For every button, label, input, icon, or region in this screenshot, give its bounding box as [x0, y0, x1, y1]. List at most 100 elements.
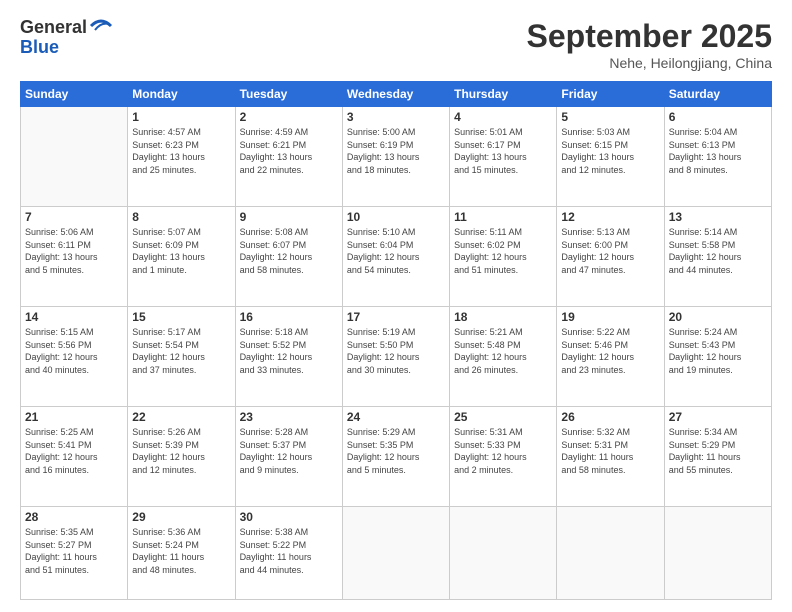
day-number: 1	[132, 110, 230, 124]
day-number: 21	[25, 410, 123, 424]
table-row: 2Sunrise: 4:59 AM Sunset: 6:21 PM Daylig…	[235, 107, 342, 207]
table-row: 24Sunrise: 5:29 AM Sunset: 5:35 PM Dayli…	[342, 406, 449, 506]
title-block: September 2025 Nehe, Heilongjiang, China	[527, 18, 772, 71]
day-number: 6	[669, 110, 767, 124]
day-info: Sunrise: 5:25 AM Sunset: 5:41 PM Dayligh…	[25, 426, 123, 476]
day-info: Sunrise: 5:24 AM Sunset: 5:43 PM Dayligh…	[669, 326, 767, 376]
day-info: Sunrise: 5:31 AM Sunset: 5:33 PM Dayligh…	[454, 426, 552, 476]
day-number: 26	[561, 410, 659, 424]
day-info: Sunrise: 5:21 AM Sunset: 5:48 PM Dayligh…	[454, 326, 552, 376]
day-number: 25	[454, 410, 552, 424]
table-row: 30 Sunrise: 5:38 AM Sunset: 5:22 PM Dayli…	[235, 506, 342, 599]
day-number: 16	[240, 310, 338, 324]
table-row	[557, 506, 664, 599]
day-number: 17	[347, 310, 445, 324]
day-info: Sunrise: 5:34 AM Sunset: 5:29 PM Dayligh…	[669, 426, 767, 476]
day-info: Sunrise: 5:07 AM Sunset: 6:09 PM Dayligh…	[132, 226, 230, 276]
table-row: 3 Sunrise: 5:00 AM Sunset: 6:19 PM Daylig…	[342, 107, 449, 207]
day-info: Sunrise: 5:36 AM Sunset: 5:24 PM Dayligh…	[132, 526, 230, 576]
day-info: Sunrise: 4:57 AM Sunset: 6:23 PM Dayligh…	[132, 126, 230, 176]
header: General Blue September 2025 Nehe, Heilon…	[20, 18, 772, 71]
table-row: 19 Sunrise: 5:22 AM Sunset: 5:46 PM Dayli…	[557, 306, 664, 406]
day-info: Sunrise: 5:15 AM Sunset: 5:56 PM Dayligh…	[25, 326, 123, 376]
table-row: 29 Sunrise: 5:36 AM Sunset: 5:24 PM Dayli…	[128, 506, 235, 599]
table-row: 9 Sunrise: 5:08 AM Sunset: 6:07 PM Daylig…	[235, 206, 342, 306]
day-info: Sunrise: 5:04 AM Sunset: 6:13 PM Dayligh…	[669, 126, 767, 176]
month-title: September 2025	[527, 18, 772, 55]
day-number: 18	[454, 310, 552, 324]
day-number: 24	[347, 410, 445, 424]
day-number: 4	[454, 110, 552, 124]
logo-text: General Blue	[20, 18, 113, 58]
day-number: 30	[240, 510, 338, 524]
day-number: 22	[132, 410, 230, 424]
day-info: Sunrise: 5:19 AM Sunset: 5:50 PM Dayligh…	[347, 326, 445, 376]
table-row	[450, 506, 557, 599]
day-info: Sunrise: 5:11 AM Sunset: 6:02 PM Dayligh…	[454, 226, 552, 276]
day-info: Sunrise: 5:13 AM Sunset: 6:00 PM Dayligh…	[561, 226, 659, 276]
day-number: 14	[25, 310, 123, 324]
table-row: 21 Sunrise: 5:25 AM Sunset: 5:41 PM Dayli…	[21, 406, 128, 506]
table-row: 5 Sunrise: 5:03 AM Sunset: 6:15 PM Daylig…	[557, 107, 664, 207]
day-info: Sunrise: 5:00 AM Sunset: 6:19 PM Dayligh…	[347, 126, 445, 176]
table-row	[664, 506, 771, 599]
day-number: 13	[669, 210, 767, 224]
day-number: 7	[25, 210, 123, 224]
day-number: 8	[132, 210, 230, 224]
day-number: 9	[240, 210, 338, 224]
day-info: Sunrise: 5:26 AM Sunset: 5:39 PM Dayligh…	[132, 426, 230, 476]
table-row	[342, 506, 449, 599]
col-saturday: Saturday	[664, 82, 771, 107]
col-sunday: Sunday	[21, 82, 128, 107]
table-row: 15Sunrise: 5:17 AM Sunset: 5:54 PM Dayli…	[128, 306, 235, 406]
table-row: 14 Sunrise: 5:15 AM Sunset: 5:56 PM Dayli…	[21, 306, 128, 406]
day-number: 11	[454, 210, 552, 224]
table-row: 28 Sunrise: 5:35 AM Sunset: 5:27 PM Dayli…	[21, 506, 128, 599]
location-title: Nehe, Heilongjiang, China	[527, 55, 772, 71]
day-info: Sunrise: 5:22 AM Sunset: 5:46 PM Dayligh…	[561, 326, 659, 376]
table-row: 4Sunrise: 5:01 AM Sunset: 6:17 PM Daylig…	[450, 107, 557, 207]
col-wednesday: Wednesday	[342, 82, 449, 107]
day-number: 2	[240, 110, 338, 124]
day-number: 10	[347, 210, 445, 224]
page: General Blue September 2025 Nehe, Heilon…	[0, 0, 792, 612]
table-row: 13 Sunrise: 5:14 AM Sunset: 5:58 PM Dayli…	[664, 206, 771, 306]
day-number: 12	[561, 210, 659, 224]
day-info: Sunrise: 5:06 AM Sunset: 6:11 PM Dayligh…	[25, 226, 123, 276]
day-info: Sunrise: 5:14 AM Sunset: 5:58 PM Dayligh…	[669, 226, 767, 276]
table-row: 20Sunrise: 5:24 AM Sunset: 5:43 PM Dayli…	[664, 306, 771, 406]
table-row: 23 Sunrise: 5:28 AM Sunset: 5:37 PM Dayli…	[235, 406, 342, 506]
col-thursday: Thursday	[450, 82, 557, 107]
col-monday: Monday	[128, 82, 235, 107]
day-number: 3	[347, 110, 445, 124]
table-row: 17 Sunrise: 5:19 AM Sunset: 5:50 PM Dayli…	[342, 306, 449, 406]
table-row: 18 Sunrise: 5:21 AM Sunset: 5:48 PM Dayli…	[450, 306, 557, 406]
calendar-table: Sunday Monday Tuesday Wednesday Thursday…	[20, 81, 772, 600]
table-row: 7 Sunrise: 5:06 AM Sunset: 6:11 PM Daylig…	[21, 206, 128, 306]
logo: General Blue	[20, 18, 113, 58]
table-row: 26Sunrise: 5:32 AM Sunset: 5:31 PM Dayli…	[557, 406, 664, 506]
day-info: Sunrise: 5:38 AM Sunset: 5:22 PM Dayligh…	[240, 526, 338, 576]
table-row	[21, 107, 128, 207]
day-number: 28	[25, 510, 123, 524]
table-row: 22 Sunrise: 5:26 AM Sunset: 5:39 PM Dayli…	[128, 406, 235, 506]
day-info: Sunrise: 5:08 AM Sunset: 6:07 PM Dayligh…	[240, 226, 338, 276]
table-row: 1 Sunrise: 4:57 AM Sunset: 6:23 PM Daylig…	[128, 107, 235, 207]
table-row: 8 Sunrise: 5:07 AM Sunset: 6:09 PM Daylig…	[128, 206, 235, 306]
logo-general: General	[20, 18, 87, 38]
table-row: 12 Sunrise: 5:13 AM Sunset: 6:00 PM Dayli…	[557, 206, 664, 306]
day-number: 29	[132, 510, 230, 524]
day-info: Sunrise: 5:17 AM Sunset: 5:54 PM Dayligh…	[132, 326, 230, 376]
table-row: 25 Sunrise: 5:31 AM Sunset: 5:33 PM Dayli…	[450, 406, 557, 506]
table-row: 16Sunrise: 5:18 AM Sunset: 5:52 PM Dayli…	[235, 306, 342, 406]
day-number: 27	[669, 410, 767, 424]
day-info: Sunrise: 5:35 AM Sunset: 5:27 PM Dayligh…	[25, 526, 123, 576]
day-info: Sunrise: 5:28 AM Sunset: 5:37 PM Dayligh…	[240, 426, 338, 476]
table-row: 27 Sunrise: 5:34 AM Sunset: 5:29 PM Dayli…	[664, 406, 771, 506]
day-info: Sunrise: 5:10 AM Sunset: 6:04 PM Dayligh…	[347, 226, 445, 276]
day-number: 5	[561, 110, 659, 124]
day-number: 23	[240, 410, 338, 424]
day-number: 19	[561, 310, 659, 324]
day-info: Sunrise: 5:03 AM Sunset: 6:15 PM Dayligh…	[561, 126, 659, 176]
table-row: 6 Sunrise: 5:04 AM Sunset: 6:13 PM Daylig…	[664, 107, 771, 207]
